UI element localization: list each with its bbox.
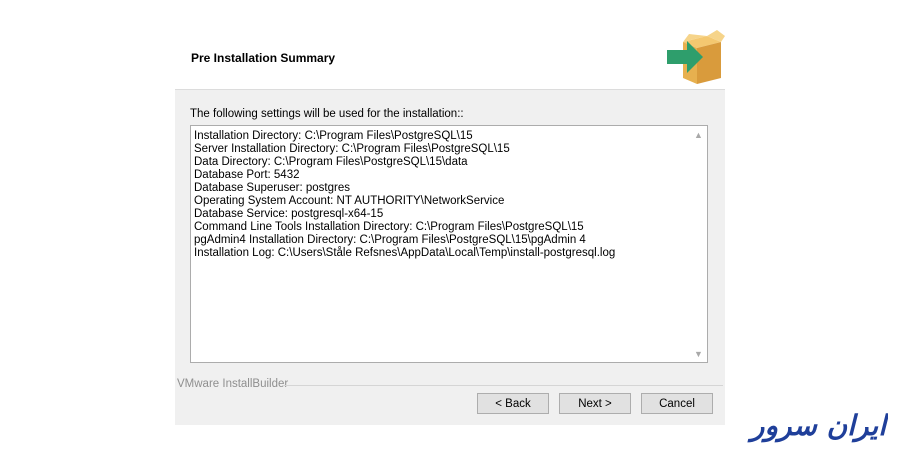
iranserver-watermark-logo: ایران سرور (740, 405, 890, 443)
summary-line: Command Line Tools Installation Director… (194, 221, 584, 233)
summary-textbox[interactable]: Installation Directory: C:\Program Files… (190, 125, 708, 363)
summary-line: Server Installation Directory: C:\Progra… (194, 143, 510, 155)
summary-text: Installation Directory: C:\Program Files… (194, 130, 687, 360)
summary-line: Data Directory: C:\Program Files\Postgre… (194, 156, 468, 168)
summary-line: Database Port: 5432 (194, 169, 300, 181)
scroll-up-arrow-icon[interactable]: ▲ (690, 126, 707, 143)
back-button[interactable]: < Back (477, 393, 549, 414)
summary-line: Installation Directory: C:\Program Files… (194, 130, 473, 142)
intro-text: The following settings will be used for … (190, 108, 464, 120)
summary-line: Installation Log: C:\Users\Ståle Refsnes… (194, 247, 616, 259)
vertical-scrollbar[interactable]: ▲ ▼ (690, 126, 707, 362)
summary-line: Database Service: postgresql-x64-15 (194, 208, 384, 220)
installer-dialog: Pre Installation Summary The following s… (175, 0, 725, 425)
footer-divider (283, 385, 723, 386)
page-title: Pre Installation Summary (191, 51, 336, 65)
summary-line: Operating System Account: NT AUTHORITY\N… (194, 195, 505, 207)
installer-box-arrow-icon (663, 28, 725, 86)
summary-line: Database Superuser: postgres (194, 182, 350, 194)
cancel-button[interactable]: Cancel (641, 393, 713, 414)
svg-text:ایران سرور: ایران سرور (747, 409, 888, 443)
summary-line: pgAdmin4 Installation Directory: C:\Prog… (194, 234, 586, 246)
next-button[interactable]: Next > (559, 393, 631, 414)
scroll-down-arrow-icon[interactable]: ▼ (690, 345, 707, 362)
installbuilder-brand: VMware InstallBuilder (177, 378, 289, 390)
dialog-header: Pre Installation Summary (175, 0, 725, 90)
